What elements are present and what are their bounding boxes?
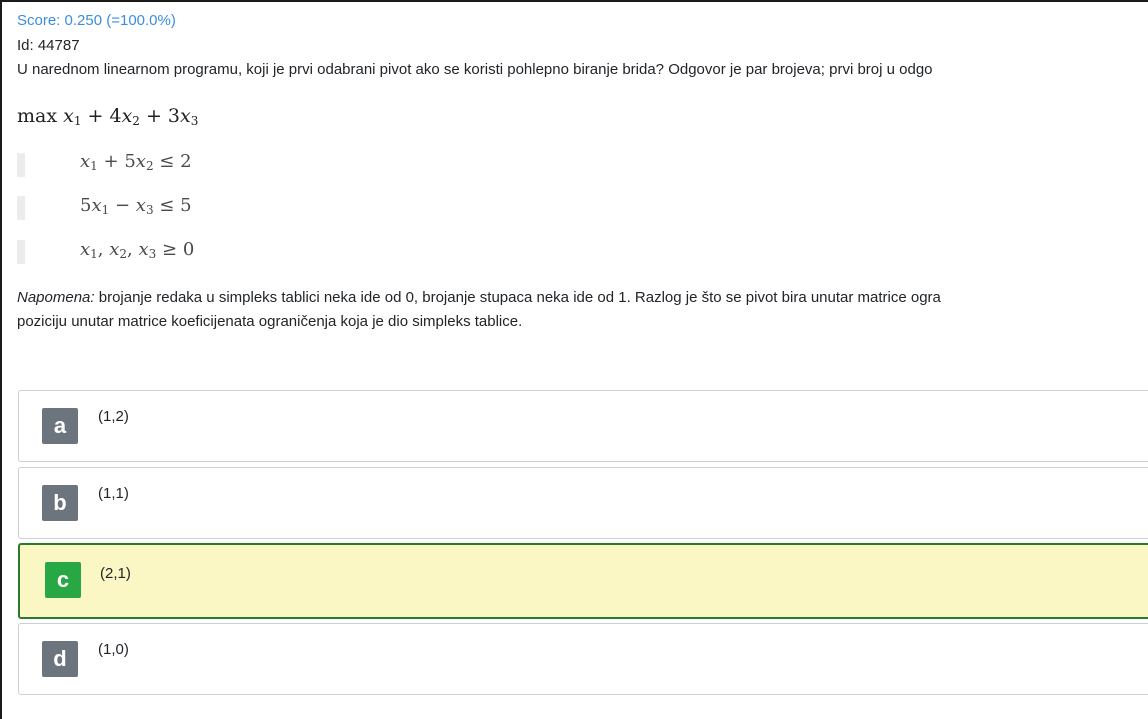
answer-option-a[interactable]: a (1,2)	[18, 390, 1148, 462]
answer-option-b[interactable]: b (1,1)	[18, 467, 1148, 539]
answer-option-c[interactable]: c (2,1)	[18, 543, 1148, 619]
answer-letter-badge: d	[42, 641, 78, 677]
lp-constraint: x1, x2, x3 ≥ 0	[80, 239, 195, 261]
score-text: Score: 0.250 (=100.0%)	[17, 12, 176, 29]
question-page: Score: 0.250 (=100.0%) Id: 44787 U nared…	[2, 2, 1148, 719]
answer-letter-badge: b	[42, 485, 78, 521]
lp-constraint: 5x1 − x3 ≤ 5	[80, 195, 192, 217]
constraint-marker	[17, 196, 25, 220]
note-paragraph: Napomena: brojanje redaka u simpleks tab…	[17, 286, 1148, 334]
answer-text: (1,1)	[98, 485, 129, 502]
note-line-2: poziciju unutar matrice koeficijenata og…	[17, 313, 523, 330]
constraint-marker	[17, 240, 25, 264]
answer-text: (1,0)	[98, 641, 129, 658]
question-text: U narednom linearnom programu, koji je p…	[17, 61, 933, 78]
note-line-1: brojanje redaka u simpleks tablici neka …	[98, 289, 941, 306]
question-id: Id: 44787	[17, 37, 80, 54]
answer-option-d[interactable]: d (1,0)	[18, 623, 1148, 695]
answer-text: (1,2)	[98, 408, 129, 425]
answer-letter-badge: a	[42, 408, 78, 444]
lp-constraint: x1 + 5x2 ≤ 2	[80, 151, 192, 173]
answer-text: (2,1)	[100, 565, 131, 582]
note-label: Napomena:	[17, 289, 95, 306]
constraint-marker	[17, 153, 25, 177]
answer-letter-badge: c	[45, 562, 81, 598]
lp-objective: max x1 + 4x2 + 3x3	[17, 105, 199, 128]
